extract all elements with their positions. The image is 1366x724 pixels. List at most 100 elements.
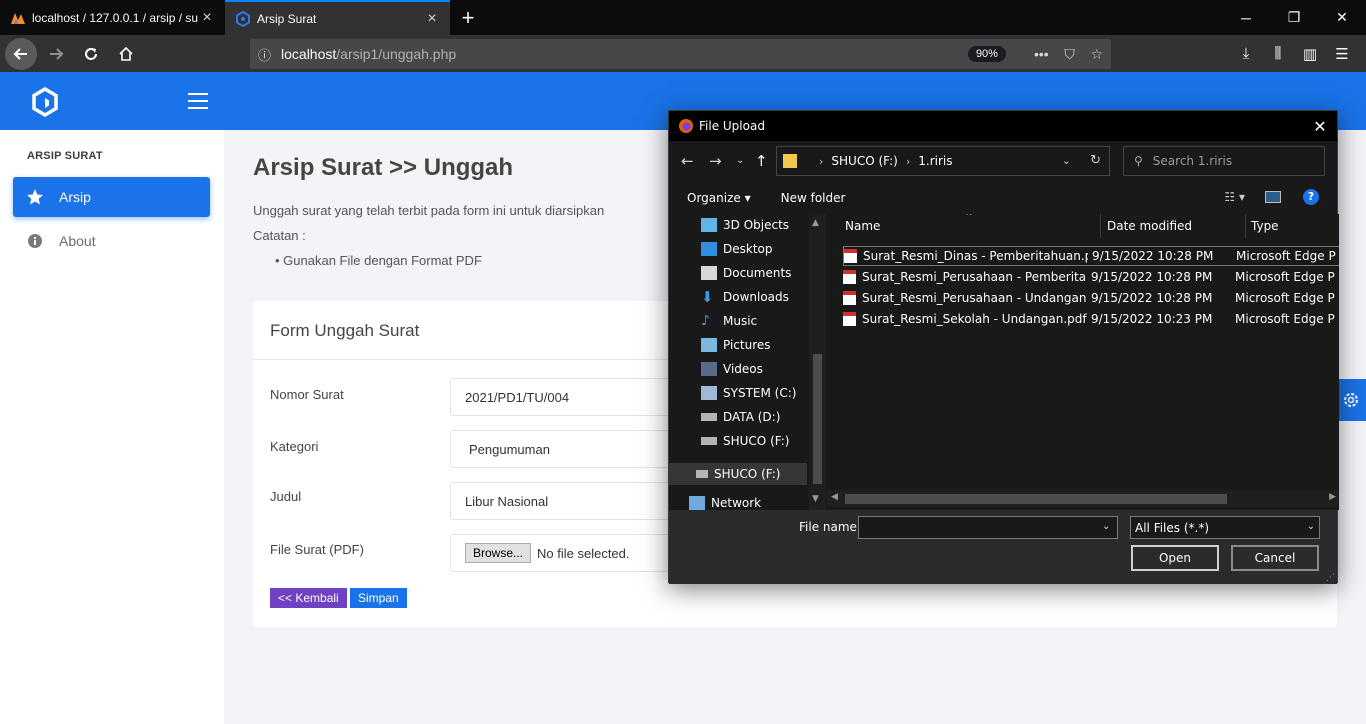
nav-item-desktop[interactable]: Desktop xyxy=(701,238,773,260)
up-arrow-icon[interactable]: ↑ xyxy=(755,152,768,170)
site-info-icon[interactable]: ⓘ xyxy=(258,45,271,64)
scroll-down-icon[interactable]: ▼ xyxy=(812,494,819,504)
file-row[interactable]: Surat_Resmi_Sekolah - Undangan.pdf 9/15/… xyxy=(843,309,1339,329)
note-item-text: Gunakan File dengan Format PDF xyxy=(283,253,482,268)
breadcrumb-drive[interactable]: SHUCO (F:) xyxy=(831,154,897,168)
file-date: 9/15/2022 10:23 PM xyxy=(1091,312,1213,326)
file-list-horizontal-scrollbar[interactable]: ◀ ▶ xyxy=(827,490,1339,507)
arrow-left-icon xyxy=(13,47,27,60)
nomor-surat-label: Nomor Surat xyxy=(270,387,344,402)
column-date-modified[interactable]: Date modified xyxy=(1107,214,1192,238)
nav-item-pictures[interactable]: Pictures xyxy=(701,334,771,356)
bookmark-star-icon[interactable]: ☆ xyxy=(1090,46,1103,62)
column-type[interactable]: Type xyxy=(1251,214,1279,238)
sidebar-item-about[interactable]: About xyxy=(13,221,210,261)
zoom-level[interactable]: 90% xyxy=(967,46,1006,62)
column-separator[interactable] xyxy=(1245,214,1246,238)
breadcrumb-folder[interactable]: 1.riris xyxy=(918,154,952,168)
search-input[interactable]: ⚲ Search 1.riris xyxy=(1123,146,1325,176)
dialog-titlebar[interactable]: File Upload xyxy=(669,111,1337,141)
sidebar-item-arsip[interactable]: Arsip xyxy=(13,177,210,217)
file-type-filter[interactable]: All Files (*.*) ⌄ xyxy=(1130,516,1320,539)
nav-item-music[interactable]: ♪ Music xyxy=(701,310,757,332)
nav-item-videos[interactable]: Videos xyxy=(701,358,763,380)
home-button[interactable] xyxy=(110,38,142,70)
documents-icon xyxy=(701,266,717,280)
scrollbar-thumb[interactable] xyxy=(813,354,822,484)
file-status: No file selected. xyxy=(537,545,630,561)
nav-item-label: Music xyxy=(723,314,758,328)
refresh-icon[interactable]: ↻ xyxy=(1090,153,1101,168)
settings-button[interactable] xyxy=(1336,379,1366,421)
preview-pane-icon[interactable] xyxy=(1265,191,1281,203)
chevron-down-icon[interactable]: ⌄ xyxy=(1102,521,1110,532)
app-logo-icon[interactable] xyxy=(31,87,59,117)
windows-drive-icon xyxy=(701,386,717,400)
file-row[interactable]: Surat_Resmi_Perusahaan - Undangan.pdf 9/… xyxy=(843,288,1339,308)
resize-grip-icon[interactable]: ⋰ xyxy=(1326,573,1335,583)
column-separator[interactable] xyxy=(1100,214,1101,238)
nav-item-shuco-f[interactable]: SHUCO (F:) xyxy=(701,430,789,452)
library-icon[interactable]: ⫼ xyxy=(1262,45,1294,62)
browser-tab-phpmyadmin[interactable]: localhost / 127.0.0.1 / arsip / su × xyxy=(0,0,225,35)
view-mode-icon[interactable]: ☷ ▾ xyxy=(1224,190,1245,204)
navigation-scrollbar[interactable]: ▲ ▼ xyxy=(809,214,826,510)
nav-item-label: Videos xyxy=(723,362,763,376)
nav-item-3d-objects[interactable]: 3D Objects xyxy=(701,214,789,236)
chevron-down-icon[interactable]: ⌄ xyxy=(1062,154,1071,167)
nav-item-selected-drive[interactable]: SHUCO (F:) xyxy=(669,463,807,485)
download-icon[interactable]: ⤓ xyxy=(1230,45,1262,62)
close-window-icon[interactable]: ✕ xyxy=(1318,0,1366,35)
file-name-input[interactable] xyxy=(858,516,1118,539)
file-row[interactable]: Surat_Resmi_Perusahaan - Pemberitahua...… xyxy=(843,267,1339,287)
minimize-icon[interactable]: ─ xyxy=(1222,0,1270,35)
nav-item-system-c[interactable]: SYSTEM (C:) xyxy=(701,382,796,404)
new-tab-button[interactable]: + xyxy=(450,0,486,35)
scroll-left-icon[interactable]: ◀ xyxy=(831,492,838,502)
kembali-button[interactable]: << Kembali xyxy=(270,588,347,608)
close-tab-icon[interactable]: × xyxy=(199,9,215,26)
back-button[interactable] xyxy=(5,37,37,70)
url-text[interactable]: localhost/arsip1/unggah.php xyxy=(281,46,968,62)
browser-tab-arsip-surat[interactable]: Arsip Surat × xyxy=(225,0,450,35)
forward-arrow-icon[interactable]: → xyxy=(709,152,722,170)
open-button[interactable]: Open xyxy=(1131,545,1219,571)
dialog-close-button[interactable]: ✕ xyxy=(1303,111,1337,141)
menu-icon[interactable]: ☰ xyxy=(1326,45,1358,63)
column-name[interactable]: Name xyxy=(845,214,880,238)
simpan-button[interactable]: Simpan xyxy=(350,588,407,608)
close-tab-icon[interactable]: × xyxy=(424,10,440,27)
file-row[interactable]: Surat_Resmi_Dinas - Pemberitahuan.pdf 9/… xyxy=(843,246,1339,266)
pdf-file-icon xyxy=(843,270,856,284)
file-name-label: File name: xyxy=(799,520,861,534)
organize-button[interactable]: Organize ▾ xyxy=(687,191,751,205)
sidebar: ARSIP SURAT Arsip About xyxy=(0,130,224,724)
new-folder-button[interactable]: New folder xyxy=(781,191,846,205)
scroll-right-icon[interactable]: ▶ xyxy=(1329,492,1336,502)
forward-button[interactable] xyxy=(40,38,72,70)
scroll-up-icon[interactable]: ▲ xyxy=(812,218,819,228)
sidebar-toggle-icon[interactable]: ▥ xyxy=(1294,45,1326,63)
recent-locations-icon[interactable]: ⌄ xyxy=(736,155,744,166)
file-type-filter-value: All Files (*.*) xyxy=(1135,521,1210,535)
url-host: localhost xyxy=(281,46,337,62)
scrollbar-thumb[interactable] xyxy=(845,494,1227,504)
nav-item-data-d[interactable]: DATA (D:) xyxy=(701,406,780,428)
url-bar[interactable]: ⓘ localhost/arsip1/unggah.php 90% ••• ⛉ … xyxy=(250,39,1111,69)
address-breadcrumb[interactable]: › SHUCO (F:) › 1.riris ⌄ ↻ xyxy=(776,146,1110,176)
pocket-icon[interactable]: ⛉ xyxy=(1064,46,1075,62)
nav-item-network[interactable]: Network xyxy=(689,496,761,510)
nav-item-label: DATA (D:) xyxy=(723,410,781,424)
page-actions-icon[interactable]: ••• xyxy=(1034,46,1049,62)
pdf-file-icon xyxy=(843,312,856,326)
back-arrow-icon[interactable]: ← xyxy=(681,152,694,170)
browse-button[interactable]: Browse... xyxy=(465,543,532,563)
help-icon[interactable]: ? xyxy=(1303,189,1319,205)
file-name: Surat_Resmi_Perusahaan - Pemberitahua... xyxy=(862,270,1087,284)
hamburger-menu-button[interactable] xyxy=(188,93,208,109)
cancel-button[interactable]: Cancel xyxy=(1231,545,1319,571)
nav-item-documents[interactable]: Documents xyxy=(701,262,791,284)
nav-item-downloads[interactable]: ⬇ Downloads xyxy=(701,286,789,308)
restore-icon[interactable]: ❐ xyxy=(1270,0,1318,35)
reload-button[interactable] xyxy=(75,38,107,70)
